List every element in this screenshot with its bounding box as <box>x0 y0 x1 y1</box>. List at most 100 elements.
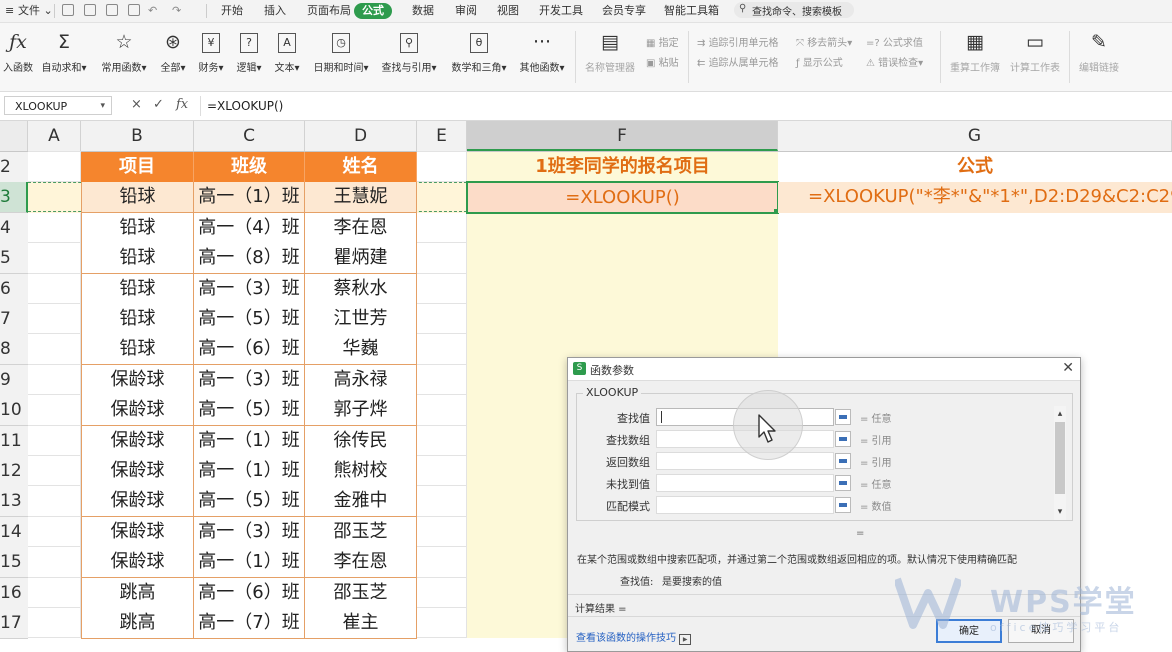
math-functions-button[interactable]: θ 数学和三角▾ <box>448 29 510 85</box>
tab-1[interactable]: 开始 <box>221 4 243 18</box>
autosum-button[interactable]: Σ 自动求和▾ <box>41 29 87 85</box>
dialog-title-bar[interactable]: S 函数参数 ✕ <box>568 358 1080 381</box>
command-search[interactable]: ⚲ 查找命令、搜索模板 <box>734 2 854 18</box>
tab-5[interactable]: 数据 <box>412 4 434 18</box>
row-header[interactable]: 15 <box>0 547 28 579</box>
row-header[interactable]: 10 <box>0 395 28 427</box>
table-cell-b[interactable]: 保龄球 <box>81 364 194 396</box>
cancel-icon[interactable]: × <box>131 97 142 112</box>
name-manager-button[interactable]: ▤ 名称管理器 <box>583 29 637 85</box>
column-header-d[interactable]: D <box>305 121 417 151</box>
export-pdf-icon[interactable] <box>84 4 96 16</box>
table-cell-b[interactable]: 铅球 <box>81 243 194 275</box>
tab-2[interactable]: 插入 <box>264 4 286 18</box>
row-header[interactable]: 17 <box>0 608 28 639</box>
column-header-e[interactable]: E <box>417 121 467 151</box>
trace-precedents-button[interactable]: ⇉ 追踪引用单元格 <box>697 37 779 51</box>
select-all-corner[interactable] <box>0 121 28 151</box>
table-cell-b[interactable]: 保龄球 <box>81 547 194 579</box>
row-header[interactable]: 7 <box>0 304 28 335</box>
lookup-functions-button[interactable]: ⚲ 查找与引用▾ <box>379 29 439 85</box>
row-header[interactable]: 8 <box>0 334 28 366</box>
table-cell-c[interactable]: 高一（1）班 <box>194 182 305 214</box>
row-header[interactable]: 16 <box>0 577 28 609</box>
show-formulas-button[interactable]: ƒ 显示公式 <box>796 57 843 71</box>
range-picker-icon[interactable] <box>835 475 851 491</box>
scroll-down-icon[interactable]: ▾ <box>1055 506 1065 518</box>
trace-dependents-button[interactable]: ⇇ 追踪从属单元格 <box>697 57 779 71</box>
confirm-icon[interactable]: ✓ <box>153 97 164 112</box>
column-header-g[interactable]: G <box>778 121 1172 151</box>
row-header[interactable]: 12 <box>0 456 28 487</box>
table-cell-c[interactable]: 高一（5）班 <box>194 395 305 427</box>
row-header[interactable]: 5 <box>0 243 28 275</box>
row-header[interactable]: 3 <box>0 182 28 214</box>
column-header-b[interactable]: B <box>81 121 194 151</box>
param-input[interactable] <box>656 474 834 492</box>
table-cell-b[interactable]: 铅球 <box>81 304 194 335</box>
evaluate-formula-button[interactable]: =? 公式求值 <box>866 37 923 51</box>
parameter-scrollbar[interactable]: ▴ ▾ <box>1054 406 1066 520</box>
cell-g3[interactable]: =XLOOKUP("*李*"&"*1*",D2:D29&C2:C29 <box>778 182 1172 213</box>
table-cell-c[interactable]: 高一（8）班 <box>194 243 305 275</box>
save-icon[interactable] <box>62 4 74 16</box>
specify-button[interactable]: ▦ 指定 <box>646 37 679 51</box>
table-cell-d[interactable]: 王慧妮 <box>305 182 417 214</box>
table-cell-d[interactable]: 熊树校 <box>305 456 417 487</box>
paste-name-button[interactable]: ▣ 粘贴 <box>646 57 679 71</box>
range-picker-icon[interactable] <box>835 497 851 513</box>
table-cell-d[interactable]: 徐传民 <box>305 425 417 457</box>
redo-icon[interactable]: ↷ <box>172 4 181 18</box>
print-preview-icon[interactable] <box>128 4 140 16</box>
cell-f3-editing[interactable]: =XLOOKUP() <box>466 181 779 214</box>
tab-10[interactable]: 智能工具箱 <box>664 4 719 18</box>
table-cell-b[interactable]: 跳高 <box>81 608 194 639</box>
all-functions-button[interactable]: ⊛ 全部▾ <box>157 29 189 85</box>
tab-3[interactable]: 页面布局 <box>307 4 351 18</box>
table-cell-c[interactable]: 高一（5）班 <box>194 304 305 335</box>
tab-7[interactable]: 视图 <box>497 4 519 18</box>
file-menu[interactable]: 文件 ⌄ <box>18 4 53 18</box>
table-cell-c[interactable]: 高一（1）班 <box>194 425 305 457</box>
table-cell-d[interactable]: 江世芳 <box>305 304 417 335</box>
table-cell-d[interactable]: 邵玉芝 <box>305 577 417 609</box>
table-cell-d[interactable]: 崔主 <box>305 608 417 639</box>
logic-functions-button[interactable]: ? 逻辑▾ <box>233 29 265 85</box>
table-header-c[interactable]: 班级 <box>194 152 305 183</box>
scroll-up-icon[interactable]: ▴ <box>1055 408 1065 420</box>
table-cell-d[interactable]: 邵玉芝 <box>305 516 417 548</box>
tab-6[interactable]: 审阅 <box>455 4 477 18</box>
table-cell-d[interactable]: 华巍 <box>305 334 417 366</box>
table-cell-c[interactable]: 高一（3）班 <box>194 516 305 548</box>
name-box[interactable]: XLOOKUP ▾ <box>4 96 112 115</box>
range-picker-icon[interactable] <box>835 431 851 447</box>
table-cell-d[interactable]: 瞿炳建 <box>305 243 417 275</box>
common-functions-button[interactable]: ☆ 常用函数▾ <box>99 29 149 85</box>
table-cell-c[interactable]: 高一（6）班 <box>194 334 305 366</box>
table-cell-d[interactable]: 李在恩 <box>305 212 417 244</box>
table-cell-c[interactable]: 高一（6）班 <box>194 577 305 609</box>
table-cell-c[interactable]: 高一（4）班 <box>194 212 305 244</box>
row-header[interactable]: 11 <box>0 425 28 457</box>
other-functions-button[interactable]: ··· 其他函数▾ <box>517 29 567 85</box>
row-header[interactable]: 6 <box>0 273 28 305</box>
table-cell-b[interactable]: 跳高 <box>81 577 194 609</box>
table-cell-b[interactable]: 铅球 <box>81 273 194 305</box>
column-header-f[interactable]: F <box>467 121 778 151</box>
row-header[interactable]: 2 <box>0 152 28 183</box>
table-cell-c[interactable]: 高一（5）班 <box>194 486 305 518</box>
formula-input[interactable]: =XLOOKUP() <box>200 96 1172 116</box>
function-tips-link[interactable]: 查看该函数的操作技巧 ▶ <box>576 629 692 645</box>
tab-9[interactable]: 会员专享 <box>602 4 646 18</box>
table-cell-b[interactable]: 铅球 <box>81 334 194 366</box>
insert-function-button[interactable]: ƒx 入函数 <box>0 29 36 85</box>
recalculate-workbook-button[interactable]: ▦ 重算工作簿 <box>946 29 1004 85</box>
table-cell-b[interactable]: 铅球 <box>81 212 194 244</box>
calculate-sheet-button[interactable]: ▭ 计算工作表 <box>1006 29 1064 85</box>
table-cell-c[interactable]: 高一（1）班 <box>194 456 305 487</box>
tab-8[interactable]: 开发工具 <box>539 4 583 18</box>
print-icon[interactable] <box>106 4 118 16</box>
table-header-d[interactable]: 姓名 <box>305 152 417 183</box>
finance-functions-button[interactable]: ¥ 财务▾ <box>195 29 227 85</box>
datetime-functions-button[interactable]: ◷ 日期和时间▾ <box>311 29 371 85</box>
